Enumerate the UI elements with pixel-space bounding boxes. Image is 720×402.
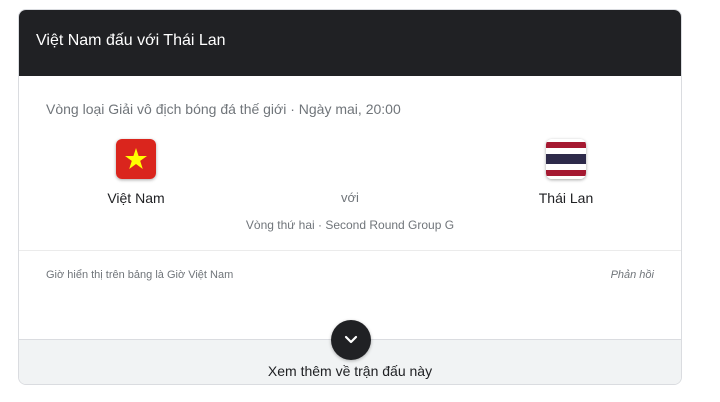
divider	[19, 250, 681, 251]
match-subtitle: Vòng loại Giải vô địch bóng đá thế giới …	[46, 101, 401, 117]
match-title: Việt Nam đấu với Thái Lan	[36, 32, 226, 49]
card-header: Việt Nam đấu với Thái Lan	[19, 10, 681, 76]
chevron-down-icon	[344, 335, 358, 344]
vietnam-flag-icon	[116, 139, 156, 179]
away-team[interactable]: Thái Lan	[506, 139, 626, 206]
away-team-name: Thái Lan	[538, 190, 594, 206]
round-info: Vòng thứ hai · Second Round Group G	[245, 218, 455, 232]
match-card: Việt Nam đấu với Thái Lan Vòng loại Giải…	[18, 9, 682, 385]
timezone-note: Giờ hiển thị trên bảng là Giờ Việt Nam	[46, 269, 234, 281]
expand-button[interactable]	[331, 320, 371, 360]
see-more-label: Xem thêm về trận đấu này	[267, 363, 433, 379]
feedback-link[interactable]: Phản hồi	[611, 269, 654, 281]
thailand-flag-icon	[546, 139, 586, 179]
